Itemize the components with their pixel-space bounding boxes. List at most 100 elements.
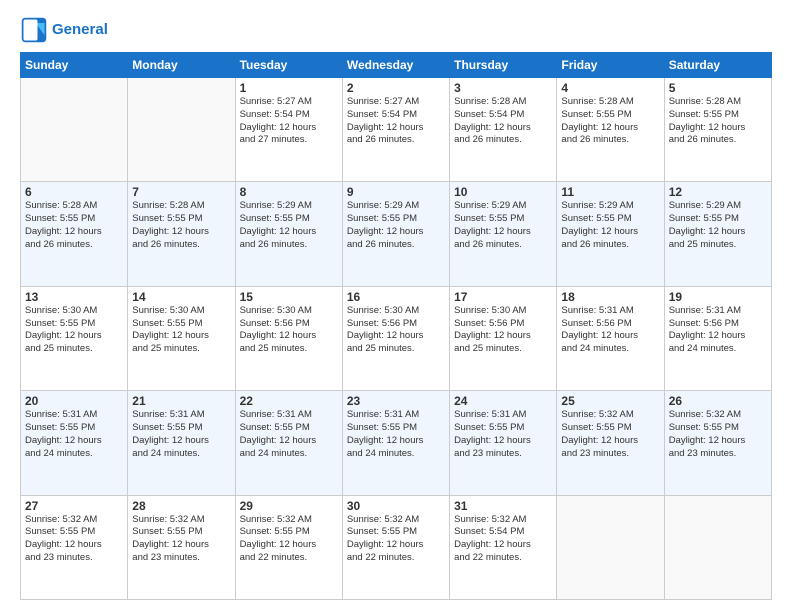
calendar-cell: 15Sunrise: 5:30 AM Sunset: 5:56 PM Dayli… — [235, 286, 342, 390]
calendar-cell — [128, 78, 235, 182]
calendar-cell: 2Sunrise: 5:27 AM Sunset: 5:54 PM Daylig… — [342, 78, 449, 182]
logo-line1: General — [52, 21, 108, 38]
day-number: 8 — [240, 185, 338, 199]
calendar-cell: 14Sunrise: 5:30 AM Sunset: 5:55 PM Dayli… — [128, 286, 235, 390]
calendar-cell: 31Sunrise: 5:32 AM Sunset: 5:54 PM Dayli… — [450, 495, 557, 599]
day-info: Sunrise: 5:30 AM Sunset: 5:55 PM Dayligh… — [132, 305, 230, 356]
day-number: 3 — [454, 81, 552, 95]
day-info: Sunrise: 5:31 AM Sunset: 5:55 PM Dayligh… — [25, 409, 123, 460]
week-row-5: 27Sunrise: 5:32 AM Sunset: 5:55 PM Dayli… — [21, 495, 772, 599]
day-number: 7 — [132, 185, 230, 199]
day-info: Sunrise: 5:29 AM Sunset: 5:55 PM Dayligh… — [669, 200, 767, 251]
day-number: 29 — [240, 499, 338, 513]
calendar-cell — [21, 78, 128, 182]
week-row-3: 13 Sunrise: 5:30 AM Sunset: 5:55 PM Dayli… — [21, 286, 772, 390]
day-number: 5 — [669, 81, 767, 95]
page: General SundayMondayTuesdayWednesdayThur… — [0, 0, 792, 612]
day-info: Sunrise: 5:32 AM Sunset: 5:55 PM Dayligh… — [561, 409, 659, 460]
day-info: Sunrise: 5:29 AM Sunset: 5:55 PM Dayligh… — [240, 200, 338, 251]
calendar-cell: 13Sunrise: 5:30 AM Sunset: 5:55 PM Dayli… — [21, 286, 128, 390]
calendar-cell: 5Sunrise: 5:28 AM Sunset: 5:55 PM Daylig… — [664, 78, 771, 182]
day-number: 1 — [240, 81, 338, 95]
day-number: 18 — [561, 290, 659, 304]
calendar-cell: 10Sunrise: 5:29 AM Sunset: 5:55 PM Dayli… — [450, 182, 557, 286]
calendar-cell: 27Sunrise: 5:32 AM Sunset: 5:55 PM Dayli… — [21, 495, 128, 599]
day-number: 13 — [25, 290, 123, 304]
header-day-sunday: Sunday — [21, 53, 128, 78]
day-info: Sunrise: 5:27 AM Sunset: 5:54 PM Dayligh… — [240, 96, 338, 147]
calendar-cell: 16Sunrise: 5:30 AM Sunset: 5:56 PM Dayli… — [342, 286, 449, 390]
day-info: Sunrise: 5:32 AM Sunset: 5:55 PM Dayligh… — [669, 409, 767, 460]
calendar-cell: 18Sunrise: 5:31 AM Sunset: 5:56 PM Dayli… — [557, 286, 664, 390]
header-day-wednesday: Wednesday — [342, 53, 449, 78]
day-number: 21 — [132, 394, 230, 408]
calendar-cell: 28Sunrise: 5:32 AM Sunset: 5:55 PM Dayli… — [128, 495, 235, 599]
calendar-cell: 24Sunrise: 5:31 AM Sunset: 5:55 PM Dayli… — [450, 391, 557, 495]
day-info: Sunrise: 5:31 AM Sunset: 5:56 PM Dayligh… — [561, 305, 659, 356]
calendar-cell: 12Sunrise: 5:29 AM Sunset: 5:55 PM Dayli… — [664, 182, 771, 286]
day-number: 22 — [240, 394, 338, 408]
week-row-1: 1Sunrise: 5:27 AM Sunset: 5:54 PM Daylig… — [21, 78, 772, 182]
day-info: Sunrise: 5:28 AM Sunset: 5:55 PM Dayligh… — [132, 200, 230, 251]
day-info: Sunrise: 5:32 AM Sunset: 5:55 PM Dayligh… — [347, 514, 445, 565]
day-info: Sunrise: 5:32 AM Sunset: 5:55 PM Dayligh… — [132, 514, 230, 565]
day-info: Sunrise: 5:32 AM Sunset: 5:54 PM Dayligh… — [454, 514, 552, 565]
day-info: Sunrise: 5:29 AM Sunset: 5:55 PM Dayligh… — [454, 200, 552, 251]
day-number: 24 — [454, 394, 552, 408]
day-info: Sunrise: 5:28 AM Sunset: 5:55 PM Dayligh… — [561, 96, 659, 147]
day-info: Sunrise: 5:31 AM Sunset: 5:55 PM Dayligh… — [347, 409, 445, 460]
day-number: 11 — [561, 185, 659, 199]
day-info: Sunrise: 5:31 AM Sunset: 5:55 PM Dayligh… — [454, 409, 552, 460]
day-info: Sunrise: 5:28 AM Sunset: 5:55 PM Dayligh… — [25, 200, 123, 251]
day-number: 30 — [347, 499, 445, 513]
calendar-cell: 7Sunrise: 5:28 AM Sunset: 5:55 PM Daylig… — [128, 182, 235, 286]
day-number: 16 — [347, 290, 445, 304]
calendar-cell: 29Sunrise: 5:32 AM Sunset: 5:55 PM Dayli… — [235, 495, 342, 599]
day-info: Sunrise: 5:29 AM Sunset: 5:55 PM Dayligh… — [561, 200, 659, 251]
calendar-cell — [664, 495, 771, 599]
calendar-cell: 11Sunrise: 5:29 AM Sunset: 5:55 PM Dayli… — [557, 182, 664, 286]
calendar-cell: 9Sunrise: 5:29 AM Sunset: 5:55 PM Daylig… — [342, 182, 449, 286]
day-info: Sunrise: 5:31 AM Sunset: 5:55 PM Dayligh… — [240, 409, 338, 460]
logo-text: General — [52, 21, 108, 39]
day-number: 28 — [132, 499, 230, 513]
calendar-cell: 25Sunrise: 5:32 AM Sunset: 5:55 PM Dayli… — [557, 391, 664, 495]
day-number: 27 — [25, 499, 123, 513]
day-info: Sunrise: 5:32 AM Sunset: 5:55 PM Dayligh… — [25, 514, 123, 565]
calendar-cell: 3Sunrise: 5:28 AM Sunset: 5:54 PM Daylig… — [450, 78, 557, 182]
day-info: Sunrise: 5:29 AM Sunset: 5:55 PM Dayligh… — [347, 200, 445, 251]
calendar-cell: 23Sunrise: 5:31 AM Sunset: 5:55 PM Dayli… — [342, 391, 449, 495]
logo-icon — [20, 16, 48, 44]
header: General — [20, 16, 772, 44]
day-number: 2 — [347, 81, 445, 95]
calendar-cell: 4Sunrise: 5:28 AM Sunset: 5:55 PM Daylig… — [557, 78, 664, 182]
day-number: 10 — [454, 185, 552, 199]
day-number: 31 — [454, 499, 552, 513]
day-info: Sunrise: 5:31 AM Sunset: 5:55 PM Dayligh… — [132, 409, 230, 460]
day-number: 17 — [454, 290, 552, 304]
day-number: 19 — [669, 290, 767, 304]
day-number: 9 — [347, 185, 445, 199]
day-info: Sunrise: 5:27 AM Sunset: 5:54 PM Dayligh… — [347, 96, 445, 147]
day-info: Sunrise: 5:30 AM Sunset: 5:56 PM Dayligh… — [454, 305, 552, 356]
calendar-cell: 30Sunrise: 5:32 AM Sunset: 5:55 PM Dayli… — [342, 495, 449, 599]
header-day-monday: Monday — [128, 53, 235, 78]
calendar-cell: 21Sunrise: 5:31 AM Sunset: 5:55 PM Dayli… — [128, 391, 235, 495]
day-number: 12 — [669, 185, 767, 199]
week-row-4: 20Sunrise: 5:31 AM Sunset: 5:55 PM Dayli… — [21, 391, 772, 495]
calendar-cell: 17Sunrise: 5:30 AM Sunset: 5:56 PM Dayli… — [450, 286, 557, 390]
calendar-cell: 22Sunrise: 5:31 AM Sunset: 5:55 PM Dayli… — [235, 391, 342, 495]
calendar-cell: 8Sunrise: 5:29 AM Sunset: 5:55 PM Daylig… — [235, 182, 342, 286]
day-number: 23 — [347, 394, 445, 408]
day-info: Sunrise: 5:28 AM Sunset: 5:54 PM Dayligh… — [454, 96, 552, 147]
calendar-cell: 1Sunrise: 5:27 AM Sunset: 5:54 PM Daylig… — [235, 78, 342, 182]
day-info: Sunrise: 5:31 AM Sunset: 5:56 PM Dayligh… — [669, 305, 767, 356]
calendar-cell: 26Sunrise: 5:32 AM Sunset: 5:55 PM Dayli… — [664, 391, 771, 495]
day-number: 15 — [240, 290, 338, 304]
header-row: SundayMondayTuesdayWednesdayThursdayFrid… — [21, 53, 772, 78]
day-number: 4 — [561, 81, 659, 95]
calendar-cell — [557, 495, 664, 599]
header-day-thursday: Thursday — [450, 53, 557, 78]
calendar-cell: 20Sunrise: 5:31 AM Sunset: 5:55 PM Dayli… — [21, 391, 128, 495]
week-row-2: 6Sunrise: 5:28 AM Sunset: 5:55 PM Daylig… — [21, 182, 772, 286]
